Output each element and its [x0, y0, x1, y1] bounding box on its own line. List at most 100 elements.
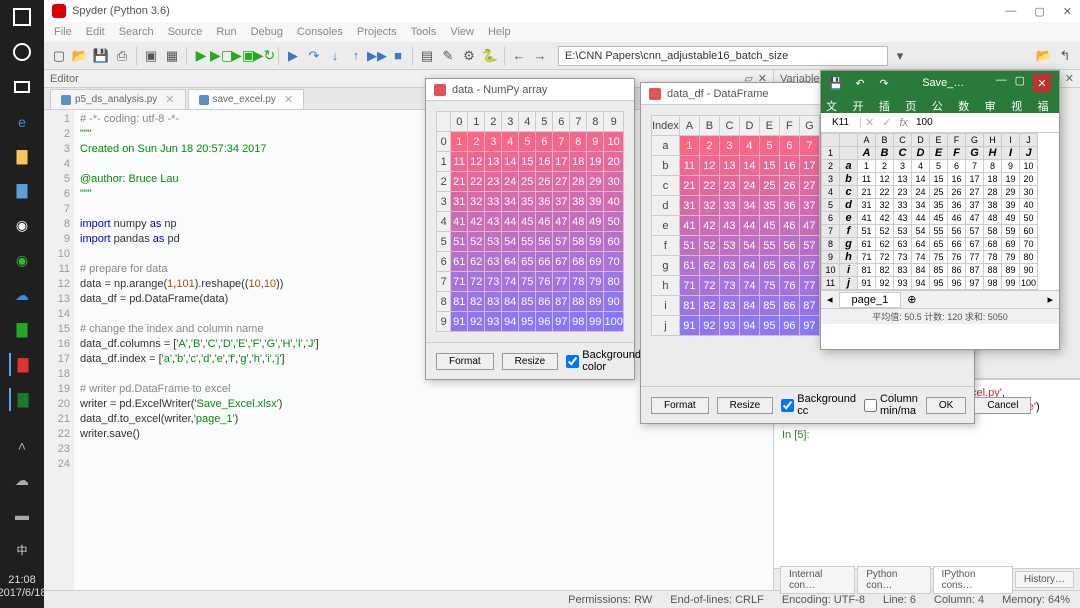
- run-icon[interactable]: ▶: [192, 47, 210, 65]
- bgcolor-checkbox[interactable]: Background color: [566, 349, 641, 373]
- console-tab[interactable]: IPython cons…: [933, 566, 1013, 594]
- bgcolor-checkbox[interactable]: Background cc: [781, 393, 856, 417]
- ribbon-tab[interactable]: 文件: [821, 95, 847, 113]
- ribbon-tab[interactable]: 页面: [900, 95, 926, 113]
- close-icon[interactable]: ✕: [1033, 74, 1051, 92]
- menu-source[interactable]: Source: [168, 26, 203, 38]
- menu-help[interactable]: Help: [488, 26, 511, 38]
- cancel-fx-icon[interactable]: ✕: [861, 116, 878, 129]
- close-pane-icon[interactable]: ✕: [1065, 72, 1074, 85]
- onedrive-icon[interactable]: ☁: [9, 284, 35, 307]
- maximize-icon[interactable]: ▢: [1015, 74, 1025, 92]
- run-cell-icon[interactable]: ▶▢: [213, 47, 231, 65]
- format-button[interactable]: Format: [651, 397, 709, 414]
- battery-icon[interactable]: ▬: [9, 504, 35, 527]
- menu-consoles[interactable]: Consoles: [297, 26, 343, 38]
- new-file-icon[interactable]: ▢: [50, 47, 68, 65]
- resize-button[interactable]: Resize: [717, 397, 774, 414]
- add-sheet-icon[interactable]: ⊕: [907, 293, 916, 306]
- menu-view[interactable]: View: [450, 26, 474, 38]
- wrench-icon[interactable]: ✎: [439, 47, 457, 65]
- enter-fx-icon[interactable]: ✓: [878, 116, 895, 129]
- forward-icon[interactable]: →: [531, 47, 549, 65]
- back-icon[interactable]: ←: [510, 47, 528, 65]
- cancel-button[interactable]: Cancel: [974, 397, 1031, 414]
- ribbon-tab[interactable]: 插入: [874, 95, 900, 113]
- menu-edit[interactable]: Edit: [86, 26, 105, 38]
- ribbon-tab[interactable]: 视图: [1006, 95, 1032, 113]
- chrome-icon[interactable]: ◉: [9, 214, 35, 237]
- resize-button[interactable]: Resize: [502, 353, 559, 370]
- colminmax-checkbox[interactable]: Column min/ma: [864, 393, 918, 417]
- save-all-icon[interactable]: ⎙: [113, 47, 131, 65]
- ribbon-tab[interactable]: 数据: [953, 95, 979, 113]
- close-icon[interactable]: ✕: [1063, 5, 1072, 18]
- edge-icon[interactable]: e: [9, 110, 35, 133]
- console-tab[interactable]: History…: [1015, 571, 1074, 588]
- menu-file[interactable]: File: [54, 26, 72, 38]
- ribbon-tab[interactable]: 公式: [927, 95, 953, 113]
- task-view-icon[interactable]: [9, 75, 35, 98]
- menu-debug[interactable]: Debug: [251, 26, 283, 38]
- store-icon[interactable]: ▇: [9, 180, 35, 203]
- ime-icon[interactable]: 中: [9, 539, 35, 562]
- step-out-icon[interactable]: ↑: [347, 47, 365, 65]
- continue-icon[interactable]: ▶▶: [368, 47, 386, 65]
- save-icon[interactable]: 💾: [829, 76, 843, 90]
- redo-icon[interactable]: ↷: [877, 76, 891, 90]
- wechat-icon[interactable]: ◉: [9, 249, 35, 272]
- ok-button[interactable]: OK: [926, 397, 966, 414]
- spyder-icon[interactable]: ▇: [9, 353, 35, 376]
- excel-icon[interactable]: ▇: [9, 388, 35, 411]
- excel-grid[interactable]: ABCDEFGHIJ1ABCDEFGHIJ2a123456789103b1112…: [821, 133, 1059, 290]
- up-icon[interactable]: ↰: [1056, 47, 1074, 65]
- layout-icon[interactable]: ▦: [163, 47, 181, 65]
- minimize-icon[interactable]: —: [1005, 5, 1016, 18]
- browse-icon[interactable]: 📂: [1035, 47, 1053, 65]
- cloud-icon[interactable]: ☁: [9, 469, 35, 492]
- save-icon[interactable]: 💾: [92, 47, 110, 65]
- scroll-left-icon[interactable]: ◂: [827, 293, 833, 306]
- fx-icon[interactable]: fx: [895, 117, 912, 129]
- working-dir-input[interactable]: E:\CNN Papers\cnn_adjustable16_batch_siz…: [558, 46, 888, 66]
- close-tab-icon[interactable]: ✕: [284, 93, 293, 106]
- debug-icon[interactable]: ▶: [284, 47, 302, 65]
- scroll-right-icon[interactable]: ▸: [1047, 293, 1053, 306]
- menu-projects[interactable]: Projects: [357, 26, 397, 38]
- maximize-icon[interactable]: ▢: [1034, 5, 1044, 18]
- ribbon-tab[interactable]: 开始: [847, 95, 873, 113]
- search-icon[interactable]: [9, 41, 35, 64]
- step-in-icon[interactable]: ↓: [326, 47, 344, 65]
- taskbar-clock[interactable]: 21:08 2017/6/18: [0, 574, 46, 600]
- tab-file[interactable]: save_excel.py✕: [188, 89, 305, 109]
- menu-tools[interactable]: Tools: [411, 26, 437, 38]
- console-tab[interactable]: Internal con…: [780, 566, 855, 594]
- list-icon[interactable]: ▤: [418, 47, 436, 65]
- python-icon[interactable]: 🐍: [481, 47, 499, 65]
- open-icon[interactable]: 📂: [71, 47, 89, 65]
- menu-run[interactable]: Run: [216, 26, 236, 38]
- undo-icon[interactable]: ↶: [853, 76, 867, 90]
- close-tab-icon[interactable]: ✕: [165, 93, 174, 106]
- max-icon[interactable]: ▣: [142, 47, 160, 65]
- array-grid[interactable]: 0123456789012345678910111121314151617181…: [436, 111, 624, 332]
- format-button[interactable]: Format: [436, 353, 494, 370]
- name-box[interactable]: K11: [821, 117, 861, 128]
- run-selection-icon[interactable]: ▶↻: [255, 47, 273, 65]
- gear-icon[interactable]: ⚙: [460, 47, 478, 65]
- ribbon-tab[interactable]: 福昕: [1033, 95, 1059, 113]
- minimize-icon[interactable]: —: [996, 74, 1007, 92]
- chevron-down-icon[interactable]: ▾: [891, 47, 909, 65]
- explorer-icon[interactable]: ▇: [9, 145, 35, 168]
- step-over-icon[interactable]: ↷: [305, 47, 323, 65]
- menu-search[interactable]: Search: [119, 26, 154, 38]
- chevron-up-icon[interactable]: ˄: [9, 435, 35, 458]
- stop-icon[interactable]: ■: [389, 47, 407, 65]
- sheet-tab[interactable]: page_1: [839, 292, 902, 308]
- run-cell-advance-icon[interactable]: ▶▣: [234, 47, 252, 65]
- tab-file[interactable]: p5_ds_analysis.py✕: [50, 89, 186, 109]
- console-tab[interactable]: Python con…: [857, 566, 930, 594]
- start-icon[interactable]: [9, 6, 35, 29]
- formula-input[interactable]: 100: [912, 117, 1059, 128]
- ribbon-tab[interactable]: 审阅: [980, 95, 1006, 113]
